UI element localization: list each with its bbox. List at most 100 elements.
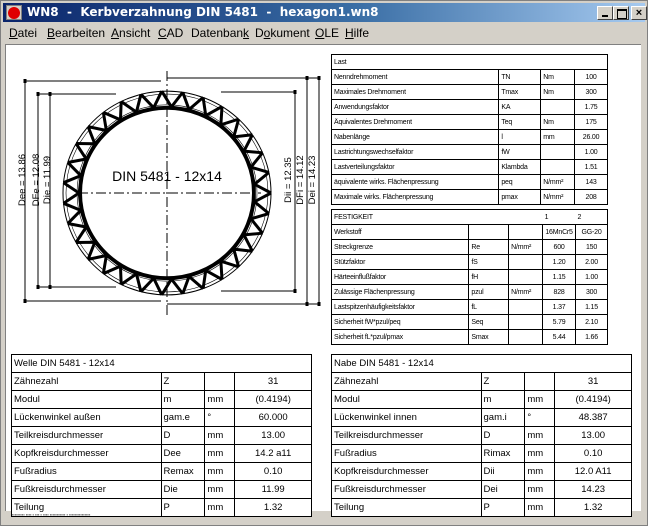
row-label: Modul: [331, 390, 482, 409]
row-symbol: KA: [498, 99, 542, 115]
row-unit: [508, 269, 544, 285]
menu-cad[interactable]: CAD: [158, 26, 183, 40]
tooth-root: [232, 234, 245, 250]
spline-tooth: [201, 97, 223, 118]
table-row: Kopfkreisdurchmesser Dii mm 12.0 A11: [331, 462, 632, 481]
row-label: Streckgrenze: [330, 239, 470, 255]
row-symbol: fL: [468, 299, 510, 315]
menu-bearbeiten[interactable]: Bearbeiten: [47, 26, 105, 40]
title-bar[interactable]: WN8 - Kerbverzahnung DIN 5481 - hexagon1…: [3, 3, 647, 22]
row-label: Lastspitzenhäufigkeitsfaktor: [330, 299, 470, 315]
row-value: 150: [575, 239, 608, 255]
menu-accel: C: [158, 26, 167, 40]
row-label: Werkstoff: [330, 224, 470, 240]
table-row: Fußkreisdurchmesser Dei mm 14.23: [331, 480, 632, 499]
table-row: Lastverteilungsfaktor Klambda 1.51: [330, 159, 608, 175]
row-unit: [508, 254, 544, 270]
row-value: 1.32: [234, 498, 312, 517]
row-value: GG-20: [575, 224, 608, 240]
row-label: Fußkreisdurchmesser: [11, 480, 162, 499]
hub-table-title: Nabe DIN 5481 - 12x14: [331, 354, 632, 373]
row-value: 600: [542, 239, 577, 255]
table-row: Lückenwinkel außen gam.e ° 60.000: [11, 408, 312, 427]
table-row: Modul m mm (0.4194): [331, 390, 632, 409]
menu-bar: Datei Bearbeiten Ansicht CAD Datenbank D…: [3, 23, 645, 42]
app-icon[interactable]: [6, 5, 22, 20]
menu-ole[interactable]: OLE: [315, 26, 339, 40]
table-row: Anwendungsfaktor KA 1.75: [330, 99, 608, 115]
tooth-root: [205, 114, 222, 126]
table-row: Fußkreisdurchmesser Die mm 11.99: [11, 480, 312, 499]
row-symbol: Dee: [160, 444, 206, 463]
row-symbol: m: [480, 390, 526, 409]
row-symbol: Z: [160, 372, 206, 391]
row-value: 48.387: [554, 408, 632, 427]
row-unit: mm: [204, 462, 236, 481]
row-value: 1.75: [574, 99, 608, 115]
row-unit: mm: [204, 498, 236, 517]
menu-ansicht[interactable]: Ansicht: [111, 26, 150, 40]
row-unit: Nm: [540, 84, 576, 100]
row-value: 14.2 a11: [234, 444, 312, 463]
tooth-root: [205, 260, 222, 272]
row-symbol: D: [160, 426, 206, 445]
row-symbol: peq: [498, 174, 542, 190]
document-view[interactable]: DIN 5481 - 12x14 Dee = 13.86 DFe = 12.08…: [5, 44, 641, 517]
menu-dokument[interactable]: Dokument: [255, 26, 310, 40]
table-row: Stützfaktor fS 1.20 2.00: [330, 254, 608, 270]
close-button[interactable]: ×: [631, 6, 647, 20]
shaft-table-title: Welle DIN 5481 - 12x14: [11, 354, 312, 373]
maximize-button[interactable]: [613, 6, 629, 20]
menu-label-pre: Datenban: [191, 26, 244, 40]
row-unit: °: [524, 408, 556, 427]
menu-datei[interactable]: Datei: [9, 26, 37, 40]
table-row: Werkstoff 16MnCr5 GG-20: [330, 224, 608, 240]
menu-hilfe[interactable]: Hilfe: [345, 26, 369, 40]
strength-table-title: FESTIGKEIT: [330, 209, 543, 225]
menu-accel: A: [111, 26, 120, 40]
menu-label-rest: LE: [324, 26, 340, 40]
spline-tooth: [67, 142, 88, 164]
row-label: Fußradius: [11, 462, 162, 481]
spline-tooth: [160, 90, 184, 109]
table-row: Sicherheit fL*pzul/pmax Smax 5.44 1.66: [330, 329, 608, 345]
row-symbol: fS: [468, 254, 510, 270]
row-value: 16MnCr5: [542, 224, 577, 240]
row-symbol: Remax: [160, 462, 206, 481]
row-symbol: D: [480, 426, 526, 445]
row-symbol: fH: [468, 269, 510, 285]
tooth-root: [153, 276, 172, 281]
row-label: Modul: [11, 390, 162, 409]
dim-arrow: [293, 90, 297, 94]
strength-col2-header: 2: [575, 209, 608, 225]
row-value: 1.15: [575, 299, 608, 315]
row-symbol: l: [498, 129, 542, 145]
table-row: Teilkreisdurchmesser Dmm 13.00: [331, 426, 632, 445]
row-label: Nenndrehmoment: [330, 69, 500, 85]
row-value: 1.51: [574, 159, 608, 175]
row-unit: N/mm²: [508, 239, 544, 255]
table-row: Modul m mm (0.4194): [11, 390, 312, 409]
menu-label-rest: ilfe: [353, 26, 370, 40]
table-row: Teilkreisdurchmesser Dmm 13.00: [11, 426, 312, 445]
menu-datenbank[interactable]: Datenbank: [191, 26, 249, 40]
menu-accel: O: [315, 26, 325, 40]
row-value: 14.23: [554, 480, 632, 499]
table-row: Zähnezahl Z 31: [331, 372, 632, 391]
row-unit: N/mm²: [540, 174, 576, 190]
spline-tooth: [160, 277, 184, 296]
row-value: 31: [234, 372, 312, 391]
row-value: 5.44: [542, 329, 577, 345]
row-label: äquivalente wirks. Flächenpressung: [330, 174, 500, 190]
hub-table: Nabe DIN 5481 - 12x14 Zähnezahl Z 31 Modul m…: [331, 354, 632, 517]
dim-arrow: [305, 76, 309, 80]
table-row: Nabenlänge l mm 26.00: [330, 129, 608, 145]
row-value: (0.4194): [234, 390, 312, 409]
row-value: 0.10: [234, 462, 312, 481]
row-symbol: Re: [468, 239, 510, 255]
row-symbol: Die: [160, 480, 206, 499]
dimension-lines: [23, 76, 321, 306]
window-title: WN8 - Kerbverzahnung DIN 5481 - hexagon1…: [27, 5, 379, 19]
spline-tooth: [242, 134, 263, 155]
minimize-button[interactable]: [597, 6, 613, 20]
